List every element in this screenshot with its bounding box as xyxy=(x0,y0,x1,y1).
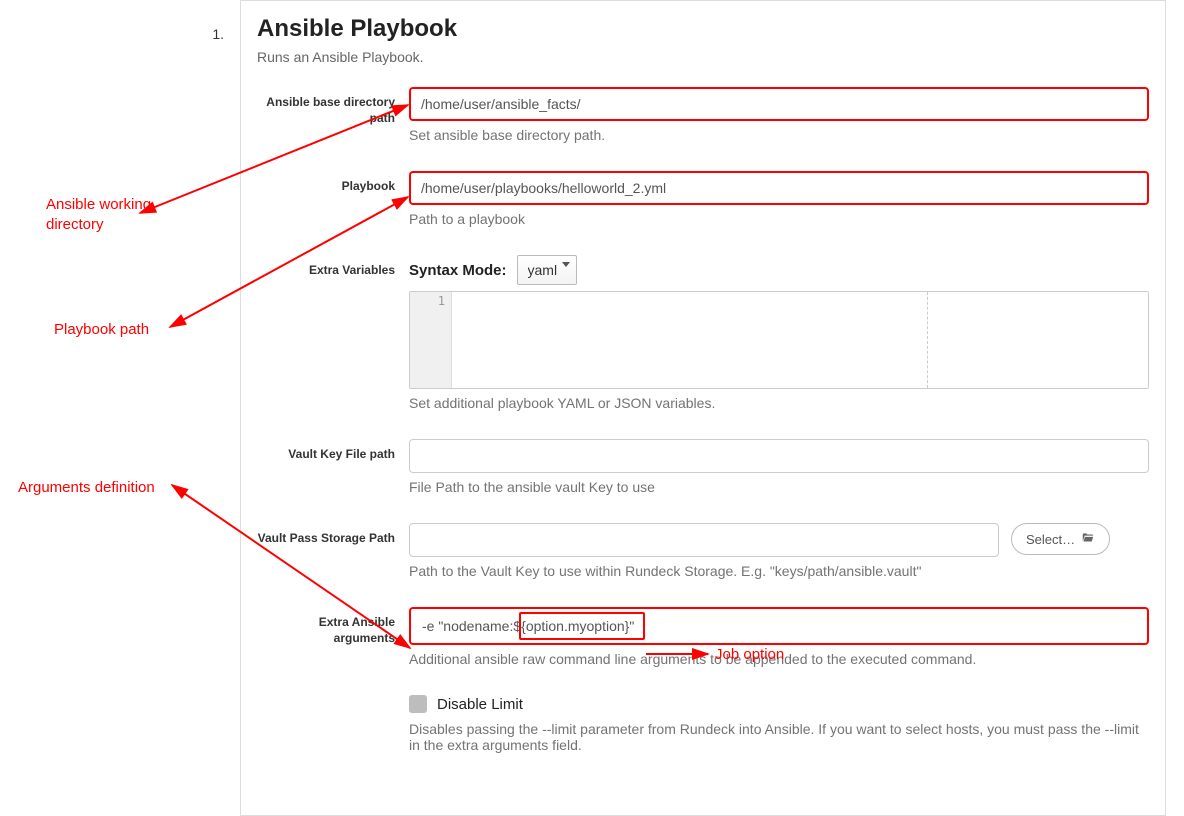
vault-key-input[interactable] xyxy=(409,439,1149,473)
syntax-mode-select[interactable]: yaml xyxy=(517,255,577,285)
label-extra-vars: Extra Variables xyxy=(257,255,409,279)
extra-vars-editor[interactable]: 1 xyxy=(409,291,1149,389)
callout-playbook-path: Playbook path xyxy=(54,320,149,340)
base-dir-input[interactable] xyxy=(409,87,1149,121)
label-vault-pass: Vault Pass Storage Path xyxy=(257,523,409,547)
help-playbook: Path to a playbook xyxy=(409,211,1149,227)
editor-gutter: 1 xyxy=(410,292,452,388)
callout-job-option: Job option xyxy=(715,645,784,665)
disable-limit-label: Disable Limit xyxy=(437,696,523,713)
syntax-mode-label: Syntax Mode: xyxy=(409,262,507,279)
callout-arguments-def: Arguments definition xyxy=(18,478,155,498)
select-storage-button[interactable]: Select… xyxy=(1011,523,1110,555)
label-vault-key: Vault Key File path xyxy=(257,439,409,463)
vault-pass-input[interactable] xyxy=(409,523,999,557)
form-panel: Ansible Playbook Runs an Ansible Playboo… xyxy=(240,0,1166,816)
help-vault-pass: Path to the Vault Key to use within Rund… xyxy=(409,563,1149,579)
folder-open-icon xyxy=(1081,531,1095,548)
help-base-dir: Set ansible base directory path. xyxy=(409,127,1149,143)
extra-args-input[interactable] xyxy=(411,609,1147,643)
step-number: 1. xyxy=(200,26,224,42)
help-extra-vars: Set additional playbook YAML or JSON var… xyxy=(409,395,1149,411)
help-vault-key: File Path to the ansible vault Key to us… xyxy=(409,479,1149,495)
section-title: Ansible Playbook xyxy=(257,15,1149,43)
label-base-dir: Ansible base directory path xyxy=(257,87,409,126)
help-disable-limit: Disables passing the --limit parameter f… xyxy=(409,721,1149,753)
label-extra-args: Extra Ansible arguments xyxy=(257,607,409,646)
label-playbook: Playbook xyxy=(257,171,409,195)
callout-working-dir: Ansible working directory xyxy=(46,195,186,234)
playbook-input[interactable] xyxy=(409,171,1149,205)
disable-limit-checkbox[interactable] xyxy=(409,695,427,713)
select-button-label: Select… xyxy=(1026,532,1075,547)
section-subtitle: Runs an Ansible Playbook. xyxy=(257,49,1149,65)
